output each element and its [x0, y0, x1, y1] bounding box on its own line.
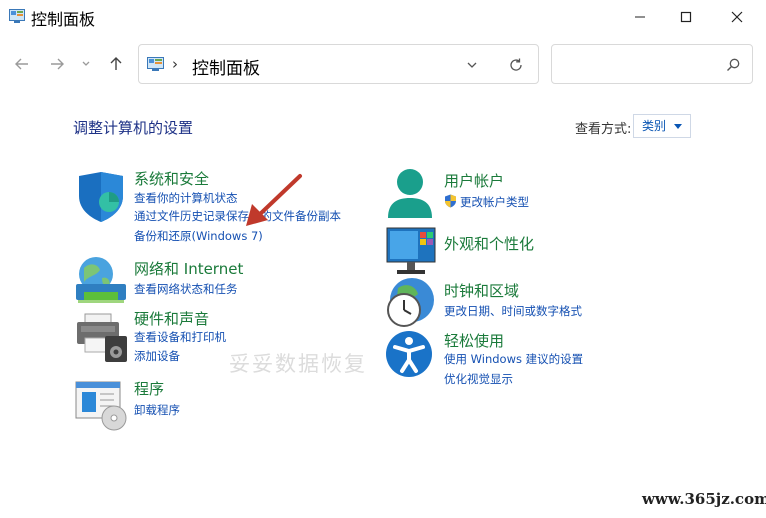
link-devices-printers[interactable]: 查看设备和打印机: [134, 329, 226, 345]
link-change-account-type[interactable]: 更改帐户类型: [460, 194, 529, 210]
programs-disc-icon: [75, 381, 127, 431]
chevron-down-icon: [82, 61, 90, 66]
window-title: 控制面板: [31, 10, 96, 29]
accessibility-icon: [386, 331, 432, 377]
category-programs[interactable]: 程序: [134, 378, 164, 399]
category-user-accounts[interactable]: 用户帐户: [444, 170, 504, 191]
site-watermark: www.365jz.com: [642, 490, 766, 508]
search-icon[interactable]: [725, 57, 741, 73]
printer-speaker-icon: [77, 313, 127, 362]
control-panel-icon: [147, 57, 164, 71]
arrow-up-icon: [110, 57, 122, 70]
uac-shield-icon: [445, 194, 456, 208]
search-input[interactable]: [560, 53, 720, 75]
caret-down-icon: [674, 124, 682, 129]
page-title: 调整计算机的设置: [73, 119, 194, 137]
control-panel-icon: [9, 9, 25, 23]
category-network-internet[interactable]: 网络和 Internet: [134, 258, 243, 279]
maximize-button[interactable]: [663, 0, 709, 34]
back-button[interactable]: [10, 52, 34, 76]
link-view-computer-status[interactable]: 查看你的计算机状态: [134, 190, 238, 206]
chevron-down-icon[interactable]: [465, 58, 479, 72]
maximize-icon: [680, 11, 692, 23]
arrow-right-icon: [51, 58, 64, 70]
category-system-security[interactable]: 系统和安全: [134, 168, 209, 189]
search-box[interactable]: [551, 44, 753, 84]
minimize-icon: [635, 16, 645, 18]
category-ease-of-access[interactable]: 轻松使用: [444, 330, 504, 351]
link-network-status[interactable]: 查看网络状态和任务: [134, 281, 238, 297]
breadcrumb-separator: ›: [172, 55, 178, 73]
recent-locations-button[interactable]: [76, 52, 96, 76]
link-change-date-time-format[interactable]: 更改日期、时间或数字格式: [444, 303, 582, 319]
minimize-button[interactable]: [617, 0, 663, 34]
link-uninstall-program[interactable]: 卸载程序: [134, 402, 180, 418]
address-bar[interactable]: › 控制面板: [138, 44, 539, 84]
category-clock-region[interactable]: 时钟和区域: [444, 280, 519, 301]
close-button[interactable]: [714, 0, 760, 34]
network-globe-icon: [76, 257, 126, 303]
refresh-icon[interactable]: [508, 57, 524, 73]
link-windows-recommended-settings[interactable]: 使用 Windows 建议的设置: [444, 351, 583, 367]
watermark-text: 妥妥数据恢复: [229, 352, 367, 376]
shield-icon: [79, 172, 123, 222]
clock-globe-icon: [387, 278, 434, 327]
arrow-left-icon: [15, 58, 28, 70]
link-add-device[interactable]: 添加设备: [134, 348, 180, 364]
title-bar: 控制面板: [0, 0, 766, 34]
monitor-icon: [386, 227, 436, 274]
view-by-value: 类别: [642, 119, 667, 133]
link-backup-restore[interactable]: 备份和还原(Windows 7): [134, 228, 263, 244]
category-appearance-personalization[interactable]: 外观和个性化: [444, 233, 534, 254]
view-by-dropdown[interactable]: 类别: [633, 114, 691, 138]
view-by-label: 查看方式:: [575, 122, 632, 137]
link-file-history-backup[interactable]: 通过文件历史记录保存你的文件备份副本: [134, 208, 341, 224]
close-icon: [731, 11, 743, 23]
category-hardware-sound[interactable]: 硬件和声音: [134, 308, 209, 329]
link-optimize-visual-display[interactable]: 优化视觉显示: [444, 371, 513, 387]
breadcrumb-control-panel[interactable]: 控制面板: [192, 54, 260, 79]
forward-button[interactable]: [45, 52, 69, 76]
annotation-arrow-icon: [246, 174, 302, 226]
user-icon: [388, 169, 432, 218]
up-button[interactable]: [104, 52, 128, 76]
